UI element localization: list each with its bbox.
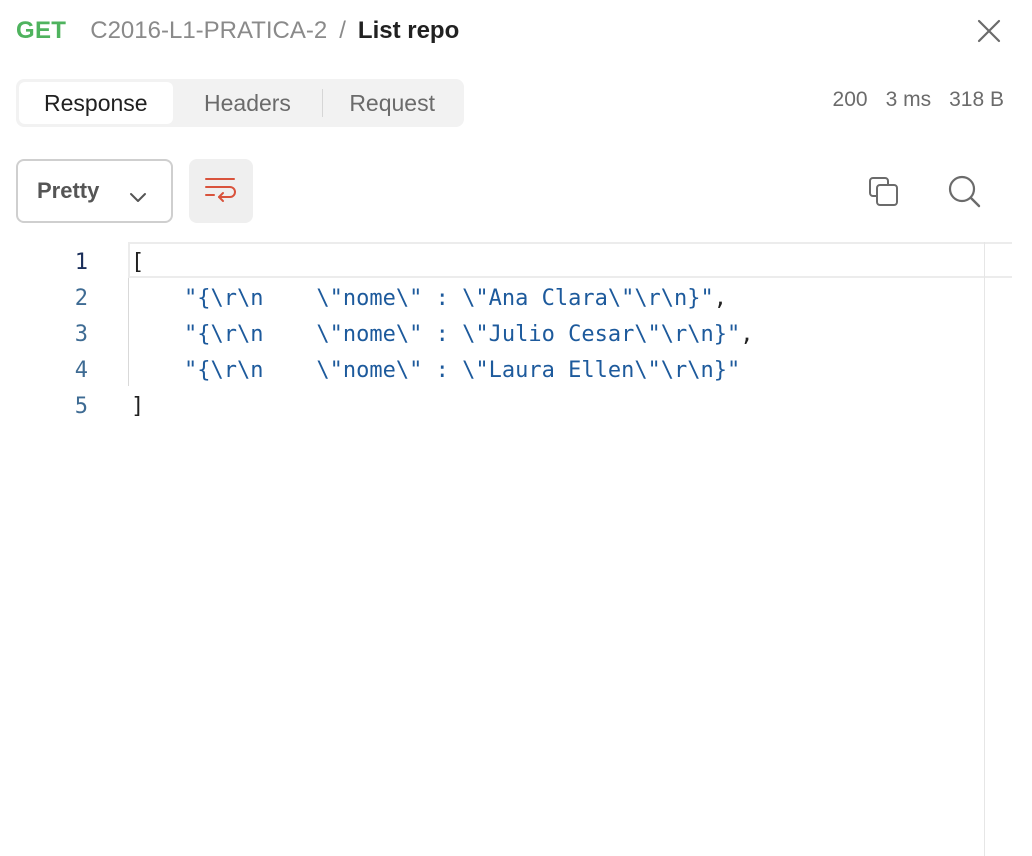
code-line: 3 "{\r\n \"nome\" : \"Julio Cesar\"\r\n}… xyxy=(0,316,1000,352)
line-number: 2 xyxy=(74,285,88,311)
code-line: 5 ] xyxy=(0,388,1000,424)
response-size[interactable]: 318 B xyxy=(949,88,1004,112)
code-text: ] xyxy=(131,393,145,419)
breadcrumb-separator: / xyxy=(339,17,346,44)
wrap-lines-icon xyxy=(204,175,238,208)
copy-icon[interactable] xyxy=(866,174,902,210)
code-text: "{\r\n \"nome\" : \"Julio Cesar\"\r\n}", xyxy=(131,322,754,347)
line-number: 5 xyxy=(74,393,88,419)
wrap-lines-button[interactable] xyxy=(189,159,253,223)
chevron-down-icon xyxy=(129,184,147,210)
tab-response[interactable]: Response xyxy=(19,82,173,124)
request-name[interactable]: List repo xyxy=(358,17,459,45)
comma: , xyxy=(740,321,754,347)
comma: , xyxy=(713,285,728,311)
response-body-editor[interactable]: 1 [ 2 "{\r\n \"nome\" : \"Ana Clara\"\r\… xyxy=(0,242,1012,856)
collection-name[interactable]: C2016-L1-PRATICA-2 xyxy=(90,17,327,45)
search-icon[interactable] xyxy=(946,173,982,209)
tab-headers[interactable]: Headers xyxy=(173,82,323,124)
string-value: "{\r\n \"nome\" : \"Laura Ellen\"\r\n}" xyxy=(131,357,741,383)
code-line: 4 "{\r\n \"nome\" : \"Laura Ellen\"\r\n}… xyxy=(0,352,1000,388)
line-number: 4 xyxy=(74,357,88,383)
format-select[interactable]: Pretty xyxy=(16,159,173,223)
status-code[interactable]: 200 xyxy=(833,88,868,112)
response-time[interactable]: 3 ms xyxy=(886,88,932,112)
code-text: "{\r\n \"nome\" : \"Ana Clara\"\r\n}", xyxy=(131,286,727,311)
code-text: [ xyxy=(131,249,145,275)
response-tabs: Response Headers Request xyxy=(16,79,464,127)
code-text: "{\r\n \"nome\" : \"Laura Ellen\"\r\n}" xyxy=(131,358,740,383)
request-title-bar: GET C2016-L1-PRATICA-2 / List repo xyxy=(16,14,459,48)
string-value: "{\r\n \"nome\" : \"Ana Clara\"\r\n}" xyxy=(131,285,714,311)
format-select-value: Pretty xyxy=(37,178,100,203)
line-number: 1 xyxy=(74,249,88,275)
http-method-label: GET xyxy=(16,17,67,44)
tab-request[interactable]: Request xyxy=(323,82,461,124)
code-line: 1 [ xyxy=(0,244,1000,280)
response-stats: 200 3 ms 318 B xyxy=(833,88,1004,112)
string-value: "{\r\n \"nome\" : \"Julio Cesar\"\r\n}" xyxy=(131,321,741,347)
line-number: 3 xyxy=(74,321,88,347)
close-icon[interactable] xyxy=(976,18,1002,44)
code-line: 2 "{\r\n \"nome\" : \"Ana Clara\"\r\n}", xyxy=(0,280,1000,316)
